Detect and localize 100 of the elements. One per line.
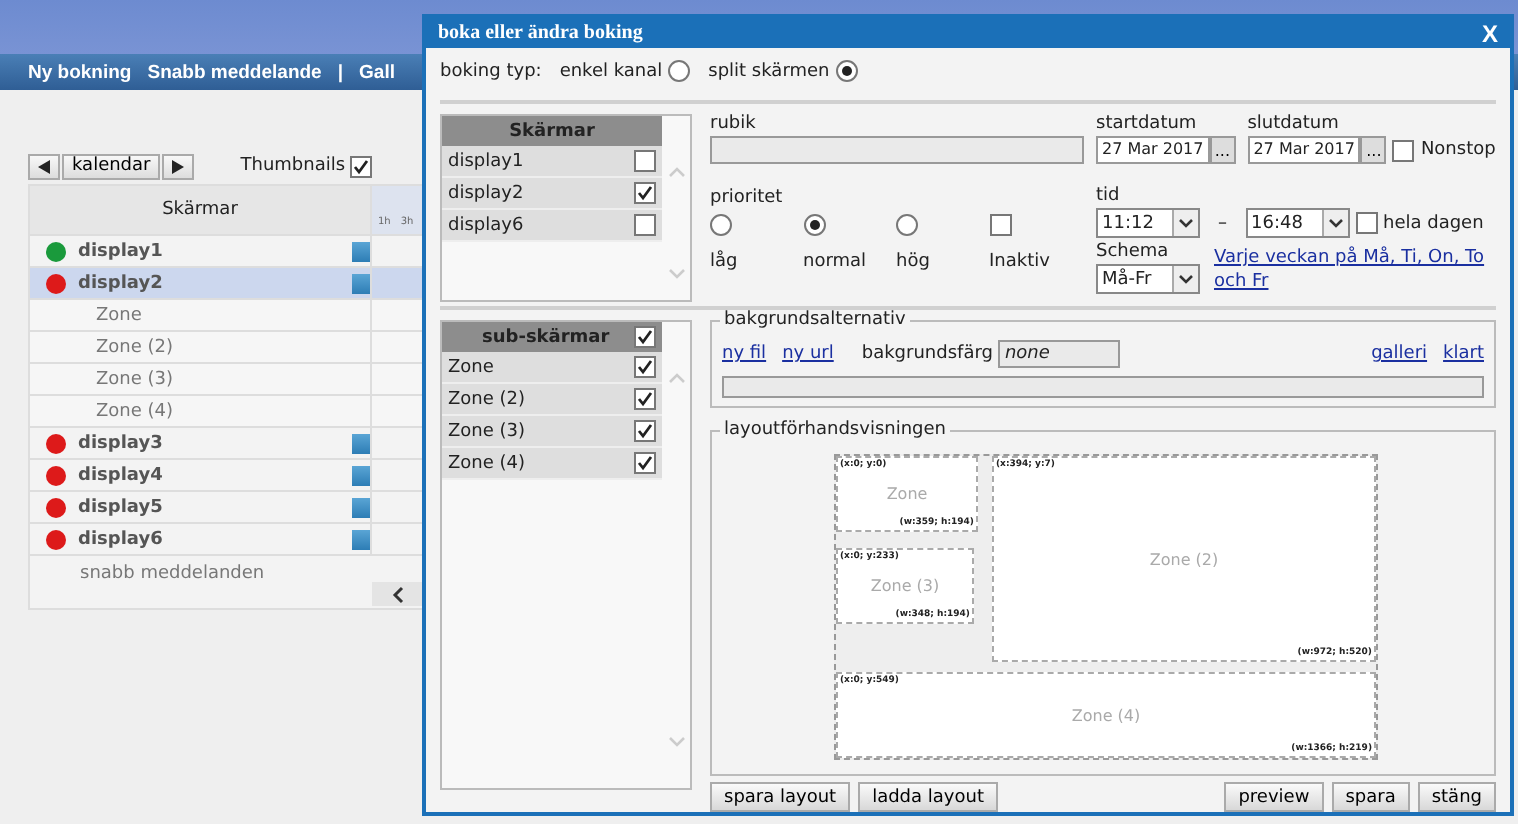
all-day-label: hela dagen: [1383, 213, 1484, 233]
background-color-field[interactable]: none: [998, 340, 1121, 368]
nav-link[interactable]: |: [337, 61, 344, 83]
thumbnails-label: Thumbnails: [240, 156, 346, 176]
checkbox[interactable]: [989, 214, 1011, 236]
priority-label: prioritet: [710, 188, 785, 210]
nav-link[interactable]: Snabb meddelande: [147, 61, 322, 83]
zone-name: Zone: [448, 357, 494, 377]
start-date-field[interactable]: 27 Mar 2017: [1096, 136, 1210, 164]
layout-button[interactable]: ladda layout: [858, 782, 998, 812]
time-label: tid: [1096, 186, 1122, 208]
group-legend: layoutförhandsvisningen: [720, 420, 951, 440]
zone-name: Zone (2): [448, 389, 526, 409]
zone-row[interactable]: Zone (3): [30, 364, 422, 396]
all-day-checkbox[interactable]: [1355, 212, 1377, 234]
screen-name: display1: [448, 151, 524, 171]
nav-link[interactable]: Gall: [359, 61, 395, 83]
screen-checkbox[interactable]: [634, 214, 656, 236]
option-label: hög: [896, 252, 930, 272]
nav-link[interactable]: Ny bokning: [28, 61, 132, 83]
option-label: enkel kanal: [559, 61, 663, 81]
dialog-button[interactable]: spara: [1331, 782, 1410, 812]
upload-link[interactable]: ny url: [782, 344, 834, 364]
zone-name: Zone (4): [448, 453, 526, 473]
zone-checkbox[interactable]: [634, 420, 656, 442]
start-date-label: startdatum: [1096, 114, 1199, 136]
upload-link[interactable]: ny fil: [722, 344, 767, 364]
caret-icon: [1178, 274, 1194, 284]
schedule-link[interactable]: Varje veckan på Må, Ti, On, To och Fr: [1214, 242, 1514, 294]
option-label: Inaktiv: [989, 252, 1050, 272]
previous-button[interactable]: [28, 153, 60, 179]
thumbnails-checkbox[interactable]: [349, 155, 372, 177]
gallery-link[interactable]: galleri: [1371, 344, 1428, 364]
date-picker-button[interactable]: ...: [1209, 136, 1236, 164]
nonstop-checkbox[interactable]: [1392, 139, 1415, 161]
gallery-link[interactable]: klart: [1443, 344, 1484, 364]
radio-button[interactable]: [896, 214, 918, 236]
zone-row[interactable]: Zone (2): [30, 332, 422, 364]
zone-label: Zone (3): [868, 577, 942, 595]
zone-label: Zone: [884, 485, 930, 503]
select-all-checkbox[interactable]: [634, 326, 656, 348]
zone-name: Zone: [96, 305, 142, 325]
schedule-select[interactable]: Må-Fr: [1096, 264, 1200, 294]
screen-name: display2: [448, 183, 524, 203]
display-row[interactable]: display6: [30, 524, 422, 556]
zone-label: Zone (4): [1069, 706, 1143, 724]
display-name: display5: [78, 497, 165, 517]
list-header: Skärmar: [442, 116, 662, 146]
display-row[interactable]: display5: [30, 492, 422, 524]
display-row[interactable]: display3: [30, 428, 422, 460]
list-header-label: sub-skärmar: [482, 327, 610, 347]
dialog-button[interactable]: preview: [1224, 782, 1324, 812]
time-separator: –: [1218, 213, 1227, 233]
radio-button[interactable]: [710, 214, 732, 236]
display-name: display2: [78, 273, 165, 293]
rubik-label: rubik: [710, 114, 758, 136]
left-triangle-icon: [38, 159, 50, 173]
zone-label: Zone (2): [1147, 550, 1221, 568]
end-date-field[interactable]: 27 Mar 2017: [1247, 136, 1361, 164]
radio-button[interactable]: [668, 60, 691, 82]
screen-checkbox[interactable]: [634, 150, 656, 172]
right-triangle-icon: [172, 159, 185, 173]
dialog-button[interactable]: stäng: [1417, 782, 1496, 812]
display-row[interactable]: display4: [30, 460, 422, 492]
booking-type-label: boking typ:: [440, 61, 542, 81]
dialog-title: boka eller ändra boking: [438, 22, 643, 44]
date-picker-button[interactable]: ...: [1360, 136, 1387, 164]
display-name: display1: [78, 241, 165, 261]
zone-checkbox[interactable]: [634, 388, 656, 410]
option-label: normal: [803, 252, 867, 272]
zone-checkbox[interactable]: [634, 452, 656, 474]
zone-name: Zone (4): [96, 401, 174, 421]
rubik-field[interactable]: [710, 136, 1084, 164]
layout-button[interactable]: spara layout: [710, 782, 851, 812]
caret-icon: [1327, 218, 1343, 228]
radio-button[interactable]: [835, 60, 858, 82]
zone-row[interactable]: Zone: [30, 300, 422, 332]
display-name: display4: [78, 465, 165, 485]
calendar-button[interactable]: kalendar: [62, 153, 161, 179]
display-row[interactable]: display2: [30, 268, 422, 300]
radio-button[interactable]: [803, 214, 825, 236]
close-button[interactable]: X: [1481, 19, 1498, 47]
screen-name: display6: [448, 215, 524, 235]
screen-checkbox[interactable]: [634, 182, 656, 204]
quick-messages-label: snabb meddelanden: [80, 564, 267, 588]
end-time-select[interactable]: 16:48: [1245, 208, 1349, 238]
caret-icon: [1178, 218, 1194, 228]
display-name: display6: [78, 529, 165, 549]
zone-row[interactable]: Zone (4): [30, 396, 422, 428]
zone-checkbox[interactable]: [634, 356, 656, 378]
start-time-select[interactable]: 11:12: [1096, 208, 1200, 238]
next-button[interactable]: [162, 153, 195, 179]
zone-name: Zone (2): [96, 337, 174, 357]
group-legend: bakgrundsalternativ: [720, 310, 910, 330]
option-label: split skärmen: [708, 61, 830, 81]
scroll-left-button[interactable]: [372, 582, 422, 606]
option-label: låg: [710, 252, 738, 272]
end-date-label: slutdatum: [1247, 114, 1341, 136]
schedule-label: Schema: [1096, 242, 1171, 264]
background-path-field[interactable]: [722, 376, 1484, 398]
